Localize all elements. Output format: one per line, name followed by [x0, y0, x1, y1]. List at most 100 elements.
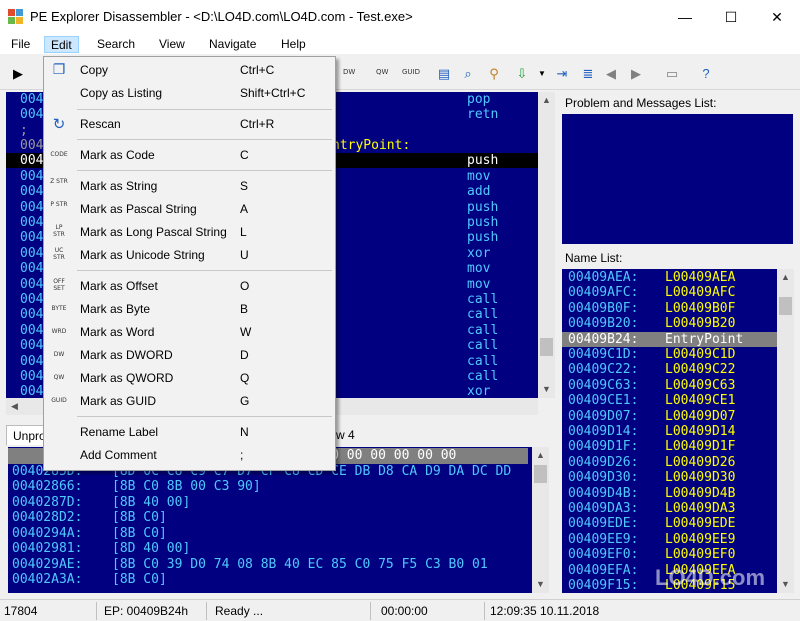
run-icon[interactable]: ▶: [8, 64, 28, 84]
listing-icon[interactable]: ▤: [434, 64, 454, 84]
goto-icon[interactable]: ⇥: [552, 64, 572, 84]
window-title: PE Explorer Disassembler - <D:\LO4D.com\…: [30, 9, 413, 24]
qword-toolbar-icon[interactable]: QW: [376, 68, 388, 76]
name-list-item[interactable]: 00409DA3: L00409DA3: [562, 501, 777, 516]
app-icon: [8, 9, 24, 25]
bookmark-icon[interactable]: ≣: [578, 64, 598, 84]
menu-help[interactable]: Help: [275, 36, 312, 53]
guid-icon: GUID: [51, 397, 67, 404]
status-count: 17804: [4, 604, 38, 618]
status-state: Ready ...: [215, 604, 264, 618]
menu-item-mark-as-byte[interactable]: BYTE Mark as Byte B: [44, 298, 335, 321]
name-list-item[interactable]: 00409EE9: L00409EE9: [562, 532, 777, 547]
status-datetime: 12:09:35 10.11.2018: [490, 604, 600, 618]
scroll-thumb[interactable]: [534, 465, 547, 483]
listing-vscrollbar[interactable]: ▲ ▼: [538, 92, 555, 398]
title-bar: PE Explorer Disassembler - <D:\LO4D.com\…: [0, 0, 800, 34]
menu-item-rename-label[interactable]: Rename Label N: [44, 421, 335, 444]
name-list-item[interactable]: 00409AEA: L00409AEA: [562, 270, 777, 285]
scroll-left-icon[interactable]: ◀: [6, 398, 23, 415]
find-icon[interactable]: ⌕: [458, 64, 478, 84]
menu-search[interactable]: Search: [91, 36, 141, 53]
minimize-button[interactable]: —: [662, 0, 708, 34]
hex-vscrollbar[interactable]: ▲ ▼: [532, 447, 549, 593]
menu-item-copy-as-listing[interactable]: Copy as Listing Shift+Ctrl+C: [44, 82, 335, 105]
scroll-up-icon[interactable]: ▲: [538, 92, 555, 109]
close-button[interactable]: ✕: [754, 0, 800, 34]
menu-view[interactable]: View: [153, 36, 191, 53]
forward-icon[interactable]: ▶: [626, 64, 646, 84]
guid-toolbar-icon[interactable]: GUID: [402, 68, 420, 76]
hex-row[interactable]: 0040287D: [8B 40 00]: [12, 495, 190, 511]
name-list[interactable]: 00409AEA: L00409AEA 00409AFC: L00409AFC 00…: [562, 269, 777, 593]
hex-row[interactable]: 00402A3A: [8B C0]: [12, 572, 167, 588]
status-elapsed: 00:00:00: [381, 604, 428, 618]
name-list-item[interactable]: 00409C1D: L00409C1D: [562, 347, 777, 362]
word-icon: WRD: [51, 328, 67, 335]
entry-point-label: ntryPoint:: [332, 138, 411, 153]
string-icon: Z STR: [50, 178, 68, 185]
hex-row[interactable]: 00402866: [8B C0 8B 00 C3 90]: [12, 479, 261, 495]
menu-item-mark-as-dword[interactable]: DW Mark as DWORD D: [44, 344, 335, 367]
menu-bar: File Edit Search View Navigate Help: [0, 34, 800, 54]
scroll-thumb[interactable]: [779, 297, 792, 315]
status-bar: 17804 EP: 00409B24h Ready ... 00:00:00 1…: [0, 599, 800, 621]
menu-item-rescan[interactable]: ↻ Rescan Ctrl+R: [44, 113, 335, 136]
name-list-item[interactable]: 00409D4B: L00409D4B: [562, 486, 777, 501]
back-icon[interactable]: ◀: [601, 64, 621, 84]
export-icon[interactable]: ⇩: [512, 64, 532, 84]
name-list-item[interactable]: 00409EDE: L00409EDE: [562, 516, 777, 531]
scroll-down-icon[interactable]: ▼: [777, 576, 794, 593]
name-list-item[interactable]: 00409CE1: L00409CE1: [562, 393, 777, 408]
search-ref-icon[interactable]: ⚲: [484, 64, 504, 84]
scroll-up-icon[interactable]: ▲: [777, 269, 794, 286]
menu-item-mark-as-string[interactable]: Z STR Mark as String S: [44, 175, 335, 198]
menu-file[interactable]: File: [5, 36, 36, 53]
namelist-label: Name List:: [565, 251, 623, 265]
name-list-item[interactable]: 00409C22: L00409C22: [562, 362, 777, 377]
name-list-item[interactable]: 00409D26: L00409D26: [562, 455, 777, 470]
code-icon: CODE: [50, 151, 68, 158]
name-list-item[interactable]: 00409D1F: L00409D1F: [562, 439, 777, 454]
menu-item-mark-as-long-pascal-string[interactable]: LP STR Mark as Long Pascal String L: [44, 221, 335, 244]
menu-item-mark-as-offset[interactable]: OFF SET Mark as Offset O: [44, 275, 335, 298]
menu-item-mark-as-code[interactable]: CODE Mark as Code C: [44, 144, 335, 167]
byte-icon: BYTE: [51, 305, 67, 312]
qword-icon: QW: [53, 374, 65, 381]
hex-row[interactable]: 00402981: [8D 40 00]: [12, 541, 190, 557]
hex-row[interactable]: 004029AE: [8B C0 39 D0 74 08 8B 40 EC 85 …: [12, 557, 488, 573]
name-list-item[interactable]: 00409C63: L00409C63: [562, 378, 777, 393]
name-list-item-selected[interactable]: 00409B24: EntryPoint: [562, 332, 777, 348]
window-icon[interactable]: ▭: [662, 64, 682, 84]
menu-item-mark-as-pascal-string[interactable]: P STR Mark as Pascal String A: [44, 198, 335, 221]
name-list-item[interactable]: 00409B0F: L00409B0F: [562, 301, 777, 316]
scroll-down-icon[interactable]: ▼: [538, 381, 555, 398]
menu-item-mark-as-qword[interactable]: QW Mark as QWORD Q: [44, 367, 335, 390]
dword-toolbar-icon[interactable]: DW: [343, 68, 355, 76]
name-list-item[interactable]: 00409B20: L00409B20: [562, 316, 777, 331]
menu-navigate[interactable]: Navigate: [203, 36, 262, 53]
hex-row[interactable]: 004028D2: [8B C0]: [12, 510, 167, 526]
scroll-thumb[interactable]: [540, 338, 553, 356]
name-list-item[interactable]: 00409D14: L00409D14: [562, 424, 777, 439]
name-list-item[interactable]: 00409EF0: L00409EF0: [562, 547, 777, 562]
problems-list[interactable]: [562, 114, 793, 244]
chevron-down-icon[interactable]: ▼: [532, 64, 552, 84]
name-list-item[interactable]: 00409D07: L00409D07: [562, 409, 777, 424]
namelist-vscrollbar[interactable]: ▲ ▼: [777, 269, 794, 593]
menu-item-mark-as-word[interactable]: WRD Mark as Word W: [44, 321, 335, 344]
pascal-string-icon: P STR: [50, 201, 68, 208]
menu-edit[interactable]: Edit: [44, 36, 79, 53]
menu-item-mark-as-guid[interactable]: GUID Mark as GUID G: [44, 390, 335, 413]
help-icon[interactable]: ?: [696, 64, 716, 84]
name-list-item[interactable]: 00409AFC: L00409AFC: [562, 285, 777, 300]
menu-item-mark-as-unicode-string[interactable]: UC STR Mark as Unicode String U: [44, 244, 335, 267]
menu-item-copy[interactable]: ❐ Copy Ctrl+C: [44, 59, 335, 82]
hex-row[interactable]: 0040294A: [8B C0]: [12, 526, 167, 542]
scroll-up-icon[interactable]: ▲: [532, 447, 549, 464]
menu-item-add-comment[interactable]: Add Comment;: [44, 444, 335, 467]
scroll-down-icon[interactable]: ▼: [532, 576, 549, 593]
name-list-item[interactable]: 00409D30: L00409D30: [562, 470, 777, 485]
rescan-icon: ↻: [52, 115, 66, 133]
maximize-button[interactable]: ☐: [708, 0, 754, 34]
